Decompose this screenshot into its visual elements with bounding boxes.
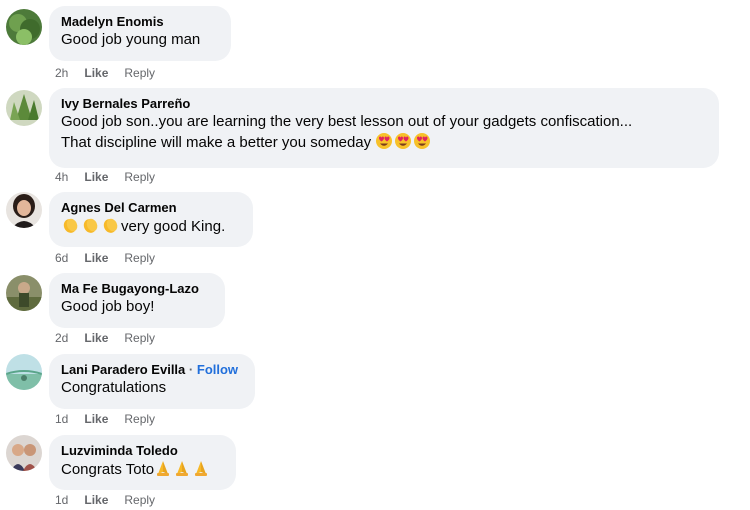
comment-time[interactable]: 1d: [55, 493, 68, 507]
like-button[interactable]: Like: [84, 331, 108, 345]
like-button[interactable]: Like: [84, 412, 108, 426]
avatar[interactable]: [6, 354, 42, 390]
comment-author[interactable]: Lani Paradero Evilla: [61, 362, 185, 377]
avatar[interactable]: [6, 192, 42, 228]
comment-author[interactable]: Agnes Del Carmen: [61, 199, 241, 216]
comment-bubble: Madelyn Enomis Good job young man: [49, 6, 231, 61]
comment-bubble: Luzviminda Toledo Congrats Toto: [49, 435, 236, 490]
comment-actions: 1d Like Reply: [55, 493, 171, 507]
comment-actions: 1d Like Reply: [55, 412, 171, 426]
comment-text: Congratulations: [61, 379, 167, 396]
comment-text-line2: That discipline will make a better you s…: [61, 132, 707, 156]
comment-time[interactable]: 2h: [55, 66, 68, 80]
avatar[interactable]: [6, 435, 42, 471]
reply-button[interactable]: Reply: [124, 170, 155, 184]
comment-text: Good job young man: [61, 31, 201, 48]
folded-hands-emoji: [154, 459, 211, 483]
comment-time[interactable]: 1d: [55, 412, 68, 426]
comment-time[interactable]: 2d: [55, 331, 68, 345]
reply-button[interactable]: Reply: [124, 493, 155, 507]
comment-bubble: Lani Paradero Evilla · Follow Congratula…: [49, 354, 255, 409]
like-button[interactable]: Like: [84, 170, 108, 184]
reply-button[interactable]: Reply: [124, 66, 155, 80]
comment-time[interactable]: 6d: [55, 251, 68, 265]
comment-bubble: Ivy Bernales Parreño Good job son..you a…: [49, 88, 719, 168]
comment-text: very good King.: [121, 218, 226, 235]
avatar[interactable]: [6, 90, 42, 126]
comment-time[interactable]: 4h: [55, 170, 68, 184]
comment-actions: 2d Like Reply: [55, 331, 171, 345]
reply-button[interactable]: Reply: [124, 251, 155, 265]
comment-author[interactable]: Ivy Bernales Parreño: [61, 95, 707, 112]
comment-text: Good job boy!: [61, 298, 155, 315]
comment-bubble: Agnes Del Carmen very good King.: [49, 192, 253, 247]
like-button[interactable]: Like: [84, 66, 108, 80]
clapping-hands-emoji: [61, 216, 121, 240]
avatar[interactable]: [6, 275, 42, 311]
comment-author[interactable]: Luzviminda Toledo: [61, 442, 224, 459]
follow-button[interactable]: Follow: [197, 362, 238, 377]
comment-text-line1: Good job son..you are learning the very …: [61, 113, 633, 130]
comment-author[interactable]: Madelyn Enomis: [61, 13, 219, 30]
reply-button[interactable]: Reply: [124, 412, 155, 426]
reply-button[interactable]: Reply: [124, 331, 155, 345]
heart-eyes-emoji: [375, 132, 431, 156]
comment-actions: 4h Like Reply: [55, 170, 171, 184]
comment-text: Congrats Toto: [61, 461, 155, 478]
comment-bubble: Ma Fe Bugayong-Lazo Good job boy!: [49, 273, 225, 328]
avatar[interactable]: [6, 9, 42, 45]
comment-author[interactable]: Ma Fe Bugayong-Lazo: [61, 280, 213, 297]
like-button[interactable]: Like: [84, 251, 108, 265]
comment-actions: 2h Like Reply: [55, 66, 171, 80]
separator-dot: ·: [188, 362, 194, 377]
like-button[interactable]: Like: [84, 493, 108, 507]
comment-text: That discipline will make a better you s…: [61, 134, 372, 151]
comment-actions: 6d Like Reply: [55, 251, 171, 265]
